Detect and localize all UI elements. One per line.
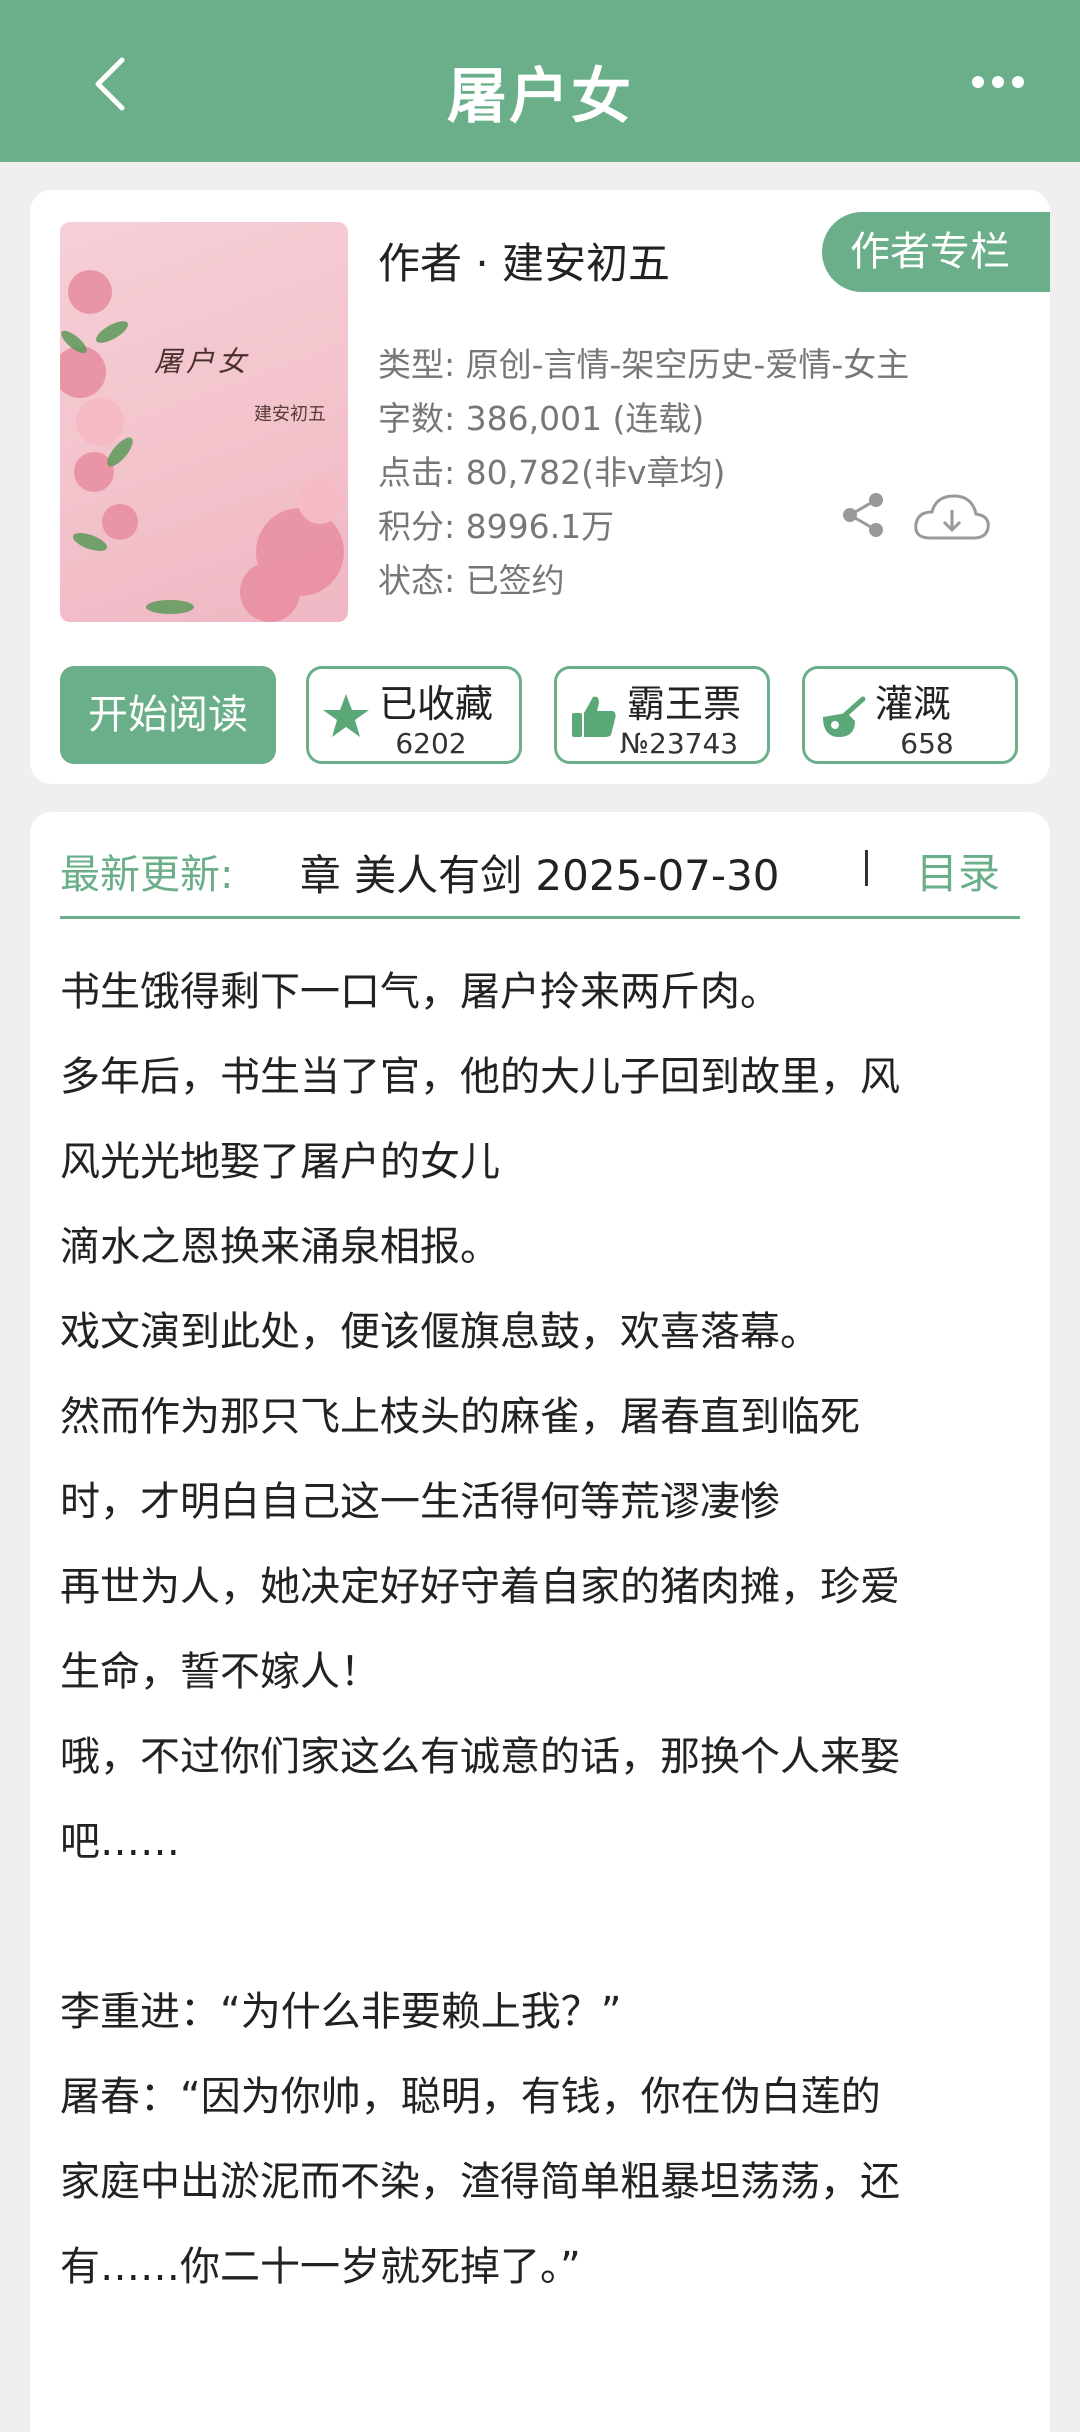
meta-points: 积分: 8996.1万 <box>378 507 615 546</box>
top-bar: 屠户女 <box>0 0 1080 162</box>
more-options-icon[interactable] <box>970 74 1026 90</box>
water-count: 658 <box>900 727 954 760</box>
meta-genre: 类型: 原创-言情-架空历史-爱情-女主 <box>378 345 910 384</box>
ticket-button[interactable]: 霸王票 №23743 <box>554 666 770 764</box>
latest-update-label: 最新更新: <box>60 852 234 898</box>
ticket-label: 霸王票 <box>627 682 742 726</box>
favorite-label: 已收藏 <box>379 682 494 726</box>
description-line: 风光光地娶了屠户的女儿 <box>60 1139 500 1185</box>
author-name[interactable]: 作者 · 建安初五 <box>378 230 670 291</box>
page-title: 屠户女 <box>447 62 633 132</box>
description-line: 书生饿得剩下一口气，屠户拎来两斤肉。 <box>60 969 780 1015</box>
water-button[interactable]: 灌溉 658 <box>802 666 1018 764</box>
start-reading-button[interactable]: 开始阅读 <box>60 666 276 764</box>
ticket-count: №23743 <box>619 727 739 760</box>
description-line: 生命，誓不嫁人！ <box>60 1649 380 1695</box>
cloud-download-icon[interactable] <box>910 488 994 548</box>
table-of-contents-link[interactable]: 目录 <box>916 840 1000 901</box>
meta-word-count: 字数: 386,001 (连载) <box>378 399 705 438</box>
ticker-separator <box>865 850 868 886</box>
description-line: 吧…… <box>60 1819 180 1865</box>
share-icon[interactable] <box>838 490 888 540</box>
latest-update-ticker[interactable]: 2章 美人有剑 2025-07-30 <box>302 842 892 894</box>
water-label: 灌溉 <box>875 682 952 726</box>
description-card: 最新更新: 2章 美人有剑 2025-07-30 目录 书生饿得剩下一口气，屠户… <box>30 812 1050 2432</box>
description-line: 时，才明白自己这一生活得何等荒谬凄惨 <box>60 1479 780 1525</box>
description-line: 多年后，书生当了官，他的大儿子回到故里，风 <box>60 1054 900 1100</box>
author-column-button[interactable]: 作者专栏 <box>822 212 1050 292</box>
description-line: 哦，不过你们家这么有诚意的话，那换个人来娶 <box>60 1734 900 1780</box>
description-line: 再世为人，她决定好好守着自家的猪肉摊，珍爱 <box>60 1564 900 1610</box>
description-line: 戏文演到此处，便该偃旗息鼓，欢喜落幕。 <box>60 1309 820 1355</box>
cover-title: 屠户女 <box>154 345 251 378</box>
favorite-button[interactable]: 已收藏 6202 <box>306 666 522 764</box>
description-line: 有……你二十一岁就死掉了。” <box>60 2244 581 2290</box>
book-info-card: 屠户女 建安初五 作者 · 建安初五 作者专栏 类型: 原创-言情-架空历史-爱… <box>30 190 1050 784</box>
divider <box>60 916 1020 919</box>
meta-clicks: 点击: 80,782(非v章均) <box>378 453 726 492</box>
book-description: 书生饿得剩下一口气，屠户拎来两斤肉。 多年后，书生当了官，他的大儿子回到故里，风… <box>60 950 1040 2310</box>
description-line: 滴水之恩换来涌泉相报。 <box>60 1224 500 1270</box>
description-line <box>60 1885 1040 1970</box>
description-line: 然而作为那只飞上枝头的麻雀，屠春直到临死 <box>60 1394 860 1440</box>
favorite-count: 6202 <box>395 727 467 760</box>
cover-author: 建安初五 <box>254 404 326 425</box>
book-cover[interactable]: 屠户女 建安初五 <box>60 222 348 622</box>
latest-update-text: 2章 美人有剑 2025-07-30 <box>302 851 780 894</box>
meta-status: 状态: 已签约 <box>378 561 565 600</box>
description-line: 李重进：“为什么非要赖上我？” <box>60 1989 622 2035</box>
description-line: 屠春：“因为你帅，聪明，有钱，你在伪白莲的 <box>60 2074 881 2120</box>
description-line: 家庭中出淤泥而不染，渣得简单粗暴坦荡荡，还 <box>60 2159 900 2205</box>
